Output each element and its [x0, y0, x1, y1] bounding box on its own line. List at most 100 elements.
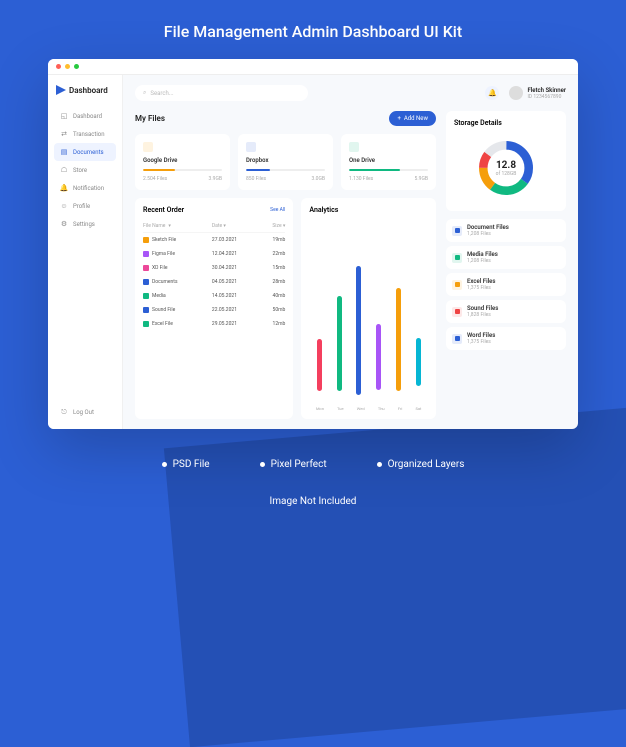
bullet-icon — [377, 462, 382, 467]
chart-bar — [317, 339, 322, 391]
analytics-chart — [309, 218, 428, 406]
disclaimer: Image Not Included — [0, 496, 626, 507]
file-card-dropbox[interactable]: Dropbox 850 Files3.0GB — [238, 134, 333, 190]
sidebar: Dashboard ◱Dashboard⇄Transaction▤Documen… — [48, 75, 123, 429]
file-card-one-drive[interactable]: One Drive 1.130 Files5.9GB — [341, 134, 436, 190]
avatar — [509, 86, 523, 100]
user-id: ID 1234567890 — [527, 94, 566, 100]
dashboard-icon: ◱ — [60, 112, 68, 120]
table-row[interactable]: Sketch File 27.03.2021 19mb — [143, 233, 285, 247]
storage-value: 12.8 — [496, 160, 517, 171]
col-size[interactable]: Size ▾ — [258, 223, 286, 229]
recent-title: Recent Order — [143, 206, 184, 214]
user-menu[interactable]: Fletch Skinner ID 1234567890 — [509, 86, 566, 100]
bell-icon: 🔔 — [488, 89, 497, 97]
drive-icon — [349, 142, 359, 152]
feature-item: PSD File — [162, 459, 210, 470]
storage-panel: Storage Details 12.8 of 128GB — [446, 111, 566, 211]
chart-bar — [376, 324, 381, 389]
chart-label: Sat — [415, 406, 421, 411]
logout-icon: ⎋ — [60, 408, 68, 416]
titlebar — [48, 59, 578, 75]
chart-label: Mon — [316, 406, 324, 411]
sidebar-item-dashboard[interactable]: ◱Dashboard — [54, 107, 116, 125]
topbar: ⌕ Search... 🔔 Fletch Skinner ID 12345678… — [135, 85, 566, 101]
user-name: Fletch Skinner — [527, 87, 566, 94]
feature-item: Pixel Perfect — [260, 459, 327, 470]
logout-label: Log Out — [73, 409, 94, 416]
col-filename[interactable]: File Name ▾ — [143, 223, 212, 229]
close-icon[interactable] — [56, 64, 61, 69]
sidebar-item-documents[interactable]: ▤Documents — [54, 143, 116, 161]
file-icon — [143, 237, 149, 243]
transaction-icon: ⇄ — [60, 130, 68, 138]
notification-icon: 🔔 — [60, 184, 68, 192]
profile-icon: ☺ — [60, 202, 68, 210]
minimize-icon[interactable] — [65, 64, 70, 69]
file-type-item[interactable]: Media Files1,208 Files — [446, 246, 566, 269]
filetype-icon — [452, 253, 462, 263]
table-row[interactable]: Figma File 12.04.2021 22mb — [143, 247, 285, 261]
file-icon — [143, 321, 149, 327]
feature-item: Organized Layers — [377, 459, 465, 470]
table-row[interactable]: XD File 30.04.2021 15mb — [143, 261, 285, 275]
sidebar-item-transaction[interactable]: ⇄Transaction — [54, 125, 116, 143]
page-title: File Management Admin Dashboard UI Kit — [0, 0, 626, 59]
plus-icon: + — [397, 115, 400, 122]
chart-label: Tue — [337, 406, 344, 411]
chart-label: Fri — [398, 406, 403, 411]
file-type-item[interactable]: Sound Files1,828 Files — [446, 300, 566, 323]
chart-bar — [396, 288, 401, 391]
analytics-panel: Analytics Mon Tue Wed Thu Fri Sat — [301, 198, 436, 419]
sidebar-item-store[interactable]: ☖Store — [54, 161, 116, 179]
chart-bar — [337, 296, 342, 391]
documents-icon: ▤ — [60, 148, 68, 156]
file-type-item[interactable]: Document Files1,208 Files — [446, 219, 566, 242]
chart-bar — [356, 266, 361, 395]
my-files-title: My Files — [135, 114, 165, 123]
sidebar-item-profile[interactable]: ☺Profile — [54, 197, 116, 215]
chart-label: Wed — [357, 406, 365, 411]
col-date[interactable]: Date ▾ — [212, 223, 258, 229]
filetype-icon — [452, 226, 462, 236]
logo-icon — [56, 85, 66, 95]
sidebar-item-notification[interactable]: 🔔Notification — [54, 179, 116, 197]
add-new-button[interactable]: + Add New — [389, 111, 436, 126]
chart-bar — [416, 338, 421, 386]
search-icon: ⌕ — [143, 89, 146, 97]
storage-title: Storage Details — [454, 119, 558, 127]
logout-button[interactable]: ⎋ Log Out — [54, 403, 116, 421]
bullet-icon — [260, 462, 265, 467]
bullet-icon — [162, 462, 167, 467]
file-icon — [143, 293, 149, 299]
see-all-link[interactable]: See All — [270, 207, 285, 213]
app-window: Dashboard ◱Dashboard⇄Transaction▤Documen… — [48, 59, 578, 429]
brand-text: Dashboard — [69, 86, 108, 95]
file-type-item[interactable]: Excel Files1,375 Files — [446, 273, 566, 296]
table-row[interactable]: Excel File 29.05.2021 12mb — [143, 317, 285, 331]
file-type-item[interactable]: Word Files1,375 Files — [446, 327, 566, 350]
table-row[interactable]: Media 14.05.2021 40mb — [143, 289, 285, 303]
drive-icon — [246, 142, 256, 152]
settings-icon: ⚙ — [60, 220, 68, 228]
store-icon: ☖ — [60, 166, 68, 174]
file-icon — [143, 307, 149, 313]
analytics-title: Analytics — [309, 206, 428, 214]
table-row[interactable]: Documents 04.05.2021 28mb — [143, 275, 285, 289]
maximize-icon[interactable] — [74, 64, 79, 69]
file-card-google-drive[interactable]: Google Drive 2.504 Files3.9GB — [135, 134, 230, 190]
file-icon — [143, 279, 149, 285]
recent-order-panel: Recent Order See All File Name ▾ Date ▾ … — [135, 198, 293, 419]
filetype-icon — [452, 334, 462, 344]
notification-button[interactable]: 🔔 — [485, 86, 499, 100]
storage-sub: of 128GB — [496, 171, 517, 177]
file-icon — [143, 265, 149, 271]
file-icon — [143, 251, 149, 257]
sidebar-item-settings[interactable]: ⚙Settings — [54, 215, 116, 233]
chart-label: Thu — [378, 406, 385, 411]
drive-icon — [143, 142, 153, 152]
table-row[interactable]: Sound File 22.05.2021 50mb — [143, 303, 285, 317]
brand[interactable]: Dashboard — [54, 83, 116, 97]
filetype-icon — [452, 307, 462, 317]
search-input[interactable]: ⌕ Search... — [135, 85, 308, 101]
